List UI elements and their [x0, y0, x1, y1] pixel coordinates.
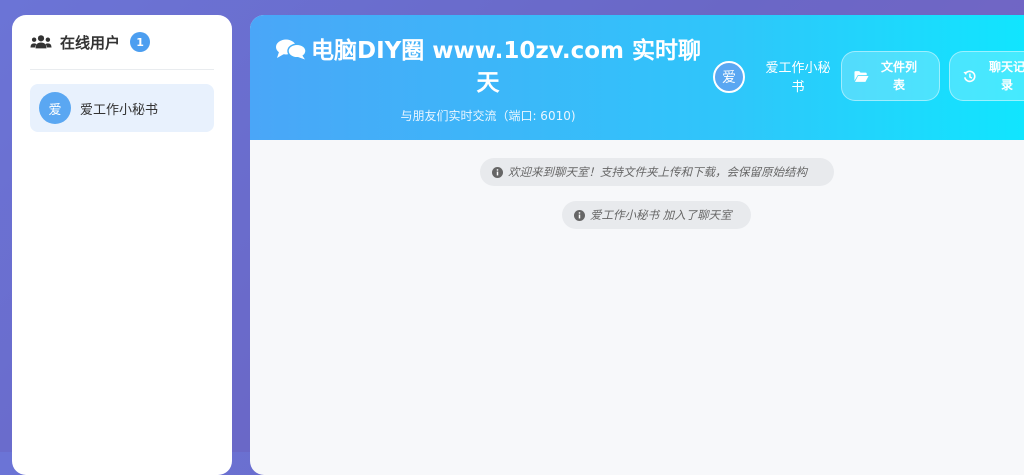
file-list-label: 文件列表 [880, 60, 917, 92]
chat-history-label: 聊天记录 [988, 60, 1024, 92]
user-list-item[interactable]: 爱 爱工作小秘书 [30, 84, 214, 132]
current-user-name: 爱工作小秘书 [765, 61, 831, 95]
chat-history-button[interactable]: 聊天记录 [949, 51, 1024, 101]
current-user-avatar: 爱 [713, 61, 745, 93]
system-message: 爱工作小秘书 加入了聊天室 [562, 201, 751, 229]
folder-open-icon [854, 70, 869, 82]
page-title-text: 电脑DIY圈 www.10zv.com 实时聊天 [311, 38, 701, 96]
file-list-button[interactable]: 文件列表 [841, 51, 940, 101]
system-message-text: 欢迎来到聊天室！支持文件夹上传和下载，会保留原始结构 [508, 165, 807, 179]
online-count-badge: 1 [130, 32, 151, 52]
page-title: 电脑DIY圈 www.10zv.com 实时聊天 [272, 35, 704, 99]
page-subtitle: 与朋友们实时交流（端口: 6010) [400, 109, 576, 123]
chat-header: 电脑DIY圈 www.10zv.com 实时聊天 与朋友们实时交流（端口: 60… [250, 15, 1024, 140]
avatar: 爱 [39, 92, 71, 124]
system-message: 欢迎来到聊天室！支持文件夹上传和下载，会保留原始结构 [480, 158, 834, 186]
user-name: 爱工作小秘书 [80, 102, 159, 118]
info-icon [492, 166, 503, 178]
system-message-text: 爱工作小秘书 加入了聊天室 [590, 208, 732, 222]
sidebar-header: 在线用户 1 [30, 15, 214, 70]
sidebar-title: 在线用户 [60, 33, 121, 52]
comments-icon [276, 39, 307, 60]
users-icon [30, 35, 52, 49]
history-icon [963, 69, 976, 82]
online-users-sidebar: 在线用户 1 爱 爱工作小秘书 [12, 15, 232, 475]
chat-panel: 电脑DIY圈 www.10zv.com 实时聊天 与朋友们实时交流（端口: 60… [250, 15, 1024, 475]
info-icon [574, 209, 585, 221]
